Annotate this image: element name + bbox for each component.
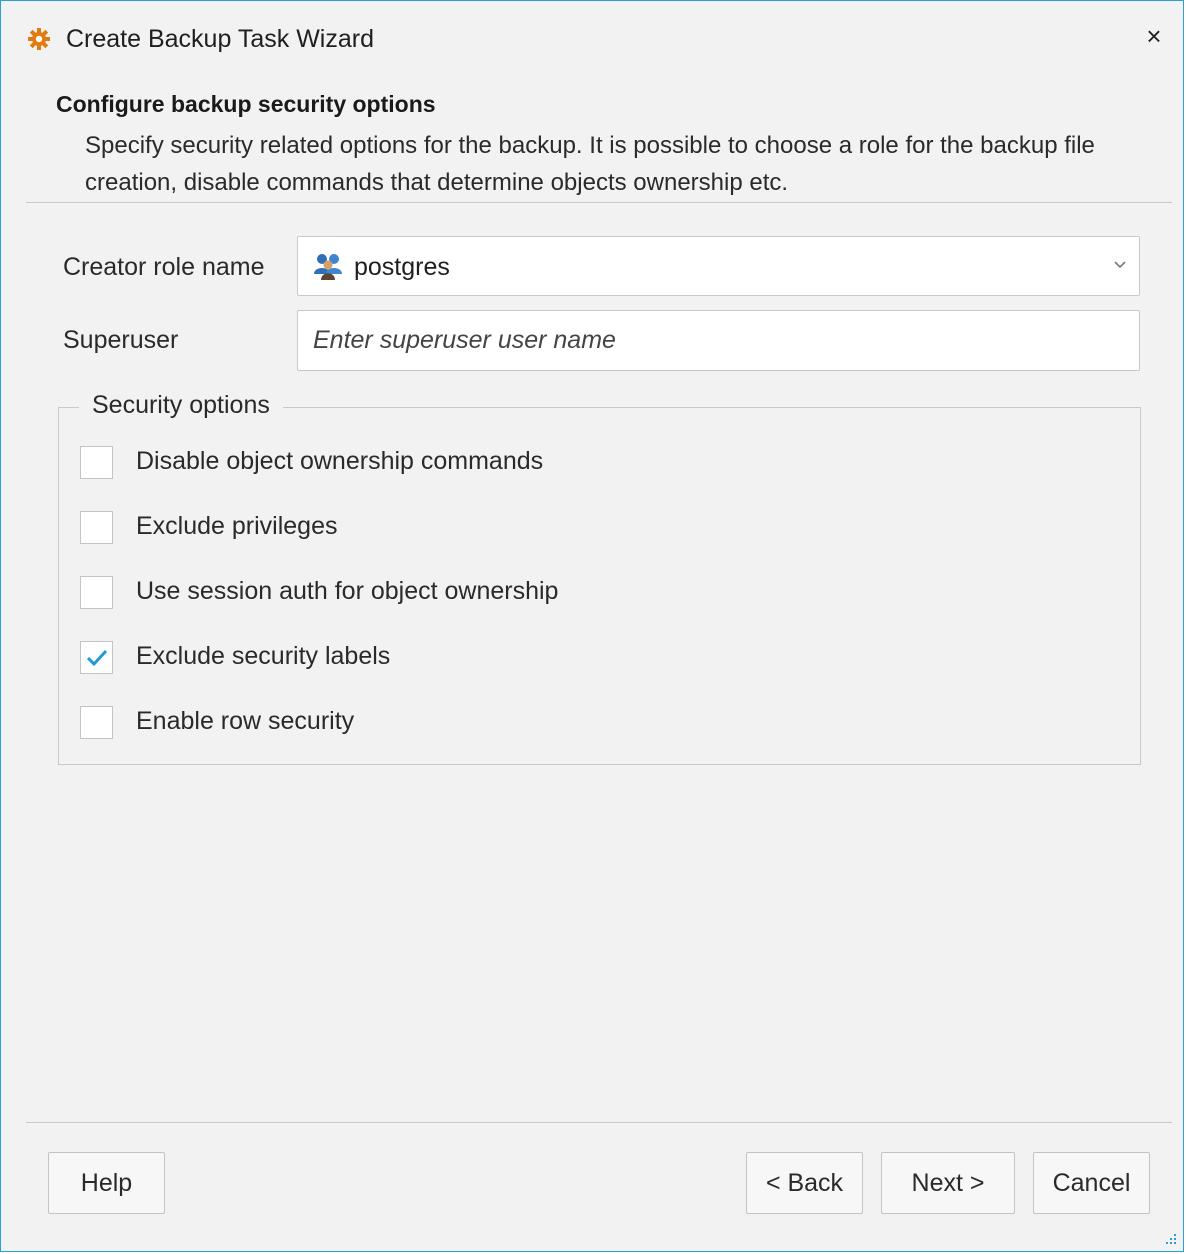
next-button[interactable]: Next > xyxy=(881,1152,1015,1214)
back-button[interactable]: < Back xyxy=(746,1152,863,1214)
page-title: Configure backup security options xyxy=(56,91,436,117)
checkbox-label: Disable object ownership commands xyxy=(136,447,544,475)
checkbox-box[interactable] xyxy=(80,641,113,674)
security-options-legend: Security options xyxy=(79,391,283,420)
checkbox-label: Exclude privileges xyxy=(136,512,338,540)
close-icon: × xyxy=(1146,21,1162,51)
chevron-down-icon[interactable] xyxy=(1113,257,1127,271)
creator-role-dropdown[interactable]: postgres xyxy=(297,236,1140,296)
checkbox-box[interactable] xyxy=(80,706,113,739)
checkbox-box[interactable] xyxy=(80,511,113,544)
cancel-button[interactable]: Cancel xyxy=(1033,1152,1150,1214)
header-divider xyxy=(26,202,1172,203)
checkbox-label: Use session auth for object ownership xyxy=(136,577,559,605)
footer-divider xyxy=(26,1122,1172,1123)
checkbox-label: Enable row security xyxy=(136,707,355,735)
page-description: Specify security related options for the… xyxy=(85,132,1095,196)
close-button[interactable]: × xyxy=(1137,19,1171,53)
creator-role-label: Creator role name xyxy=(63,253,265,281)
gear-icon xyxy=(28,28,50,50)
wizard-window: Create Backup Task Wizard × Configure ba… xyxy=(0,0,1184,1252)
checkbox-label: Exclude security labels xyxy=(136,642,391,670)
help-button[interactable]: Help xyxy=(48,1152,165,1214)
title-bar: Create Backup Task Wizard × xyxy=(1,1,1183,81)
superuser-label: Superuser xyxy=(63,326,179,354)
checkbox-box[interactable] xyxy=(80,576,113,609)
checkbox-box[interactable] xyxy=(80,446,113,479)
creator-role-value: postgres xyxy=(354,253,450,281)
checkmark-icon xyxy=(86,649,108,667)
window-title: Create Backup Task Wizard xyxy=(66,25,374,53)
superuser-input[interactable] xyxy=(297,310,1140,371)
resize-grip-icon[interactable] xyxy=(1163,1231,1177,1245)
users-icon xyxy=(314,254,342,280)
